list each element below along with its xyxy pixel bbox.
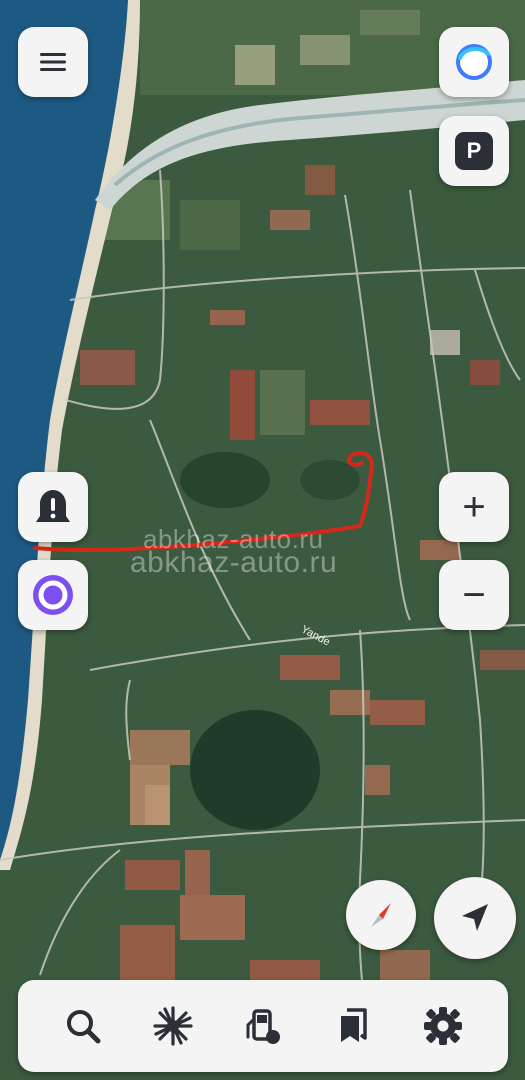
- parking-label: P: [466, 138, 482, 163]
- location-arrow-icon: [462, 904, 488, 931]
- search-tab[interactable]: [55, 998, 111, 1054]
- alert-icon: [36, 490, 70, 522]
- voice-assistant-button[interactable]: [18, 560, 88, 630]
- plus-icon: +: [462, 485, 486, 529]
- alice-button[interactable]: [439, 27, 509, 97]
- watermark-text: abkhaz-auto.ru: [130, 546, 338, 579]
- zoom-out-button[interactable]: −: [439, 560, 509, 630]
- compass-button[interactable]: [346, 880, 416, 950]
- bookmarks-icon: [341, 1008, 367, 1042]
- road-alert-button[interactable]: [18, 472, 88, 542]
- alice-icon: [456, 44, 492, 80]
- fuel-tab[interactable]: [235, 998, 291, 1054]
- alice-icon: [33, 575, 73, 615]
- menu-button[interactable]: [18, 27, 88, 97]
- search-icon: [67, 1010, 101, 1044]
- fuel-icon: [246, 1009, 280, 1044]
- bottom-toolbar: [18, 980, 508, 1072]
- zoom-in-button[interactable]: +: [439, 472, 509, 542]
- minus-icon: −: [462, 573, 486, 617]
- parking-button[interactable]: P: [439, 116, 509, 186]
- settings-icon: [424, 1007, 462, 1045]
- parking-icon: P: [455, 132, 493, 170]
- explore-tab[interactable]: [145, 998, 201, 1054]
- my-location-button[interactable]: [434, 877, 516, 959]
- settings-tab[interactable]: [415, 998, 471, 1054]
- bookmarks-tab[interactable]: [325, 998, 381, 1054]
- compass-icon: [371, 903, 391, 927]
- menu-icon: [40, 53, 66, 71]
- explore-icon: [153, 1006, 193, 1046]
